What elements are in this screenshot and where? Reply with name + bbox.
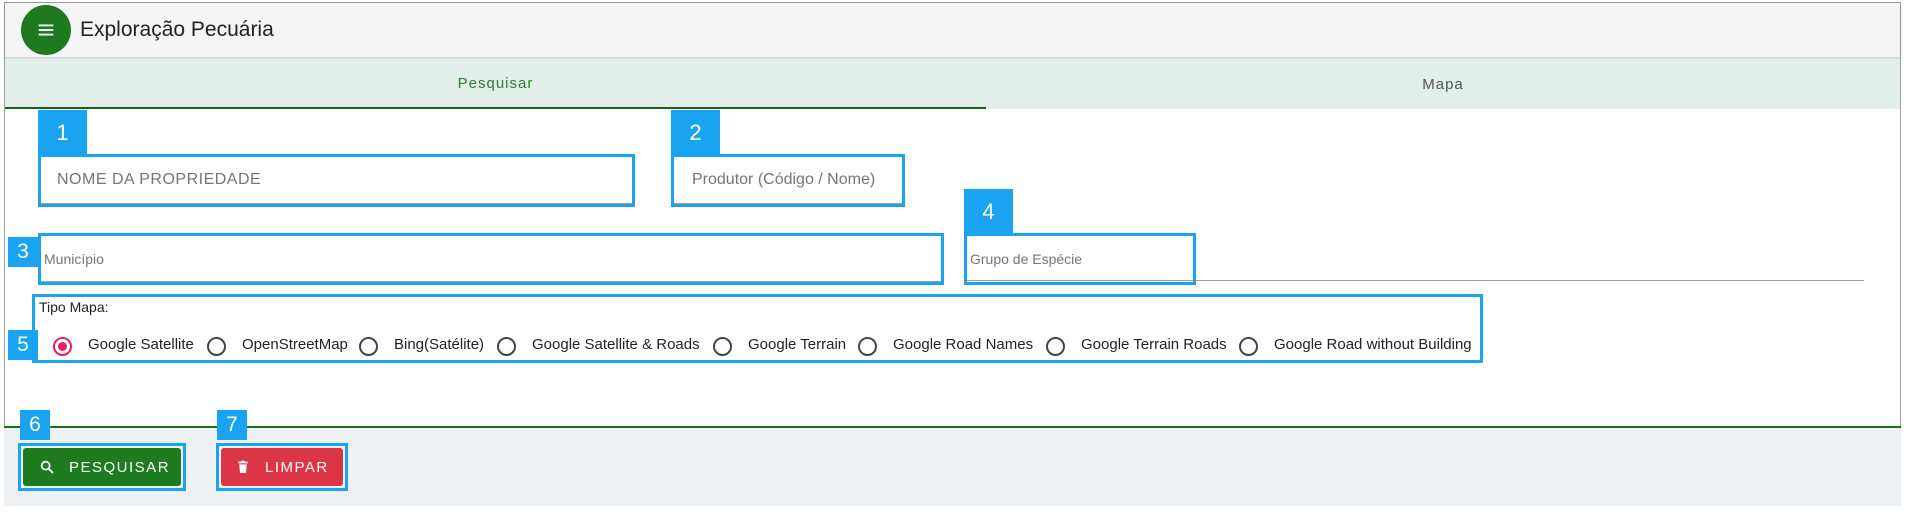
map-type-label: Tipo Mapa: [39,299,109,315]
clear-button-label: LIMPAR [265,458,329,476]
radio-openstreetmap[interactable] [207,337,226,356]
radio-label-google-satellite: Google Satellite [88,336,194,353]
clear-button[interactable]: LIMPAR [221,448,343,486]
search-icon [40,460,54,474]
producer-field [671,154,905,207]
radio-bing-satellite[interactable] [359,337,378,356]
tab-pesquisar[interactable]: Pesquisar [5,59,986,109]
trash-icon [238,460,248,473]
menu-icon [38,24,54,36]
annotation-label-6: 6 [20,410,50,440]
radio-label-google-terrain-roads: Google Terrain Roads [1081,336,1227,353]
property-name-input[interactable] [41,157,632,204]
radio-google-road-without-building[interactable] [1239,337,1258,356]
producer-input[interactable] [674,157,902,204]
radio-google-satellite-roads[interactable] [497,337,516,356]
radio-label-bing-satellite: Bing(Satélite) [394,336,485,353]
radio-label-google-road-names: Google Road Names [893,336,1034,353]
annotation-label-7: 7 [217,410,247,440]
radio-label-google-road-without-building: Google Road without Building [1274,336,1472,353]
radio-google-terrain-roads[interactable] [1046,337,1065,356]
annotation-label-1: 1 [38,110,87,155]
tab-mapa[interactable]: Mapa [986,59,1900,109]
search-button-label: PESQUISAR [69,458,171,476]
top-toolbar: Exploração Pecuária [5,3,1900,58]
annotation-label-3: 3 [8,237,38,267]
menu-button[interactable] [21,5,71,55]
radio-google-satellite[interactable] [53,337,72,356]
annotation-label-4: 4 [964,189,1013,234]
radio-google-terrain[interactable] [713,337,732,356]
species-group-input[interactable] [967,236,1193,282]
tab-bar: Pesquisar Mapa [5,59,1900,109]
search-button[interactable]: PESQUISAR [23,448,181,486]
municipality-field [38,233,944,285]
species-group-field [964,233,1196,285]
radio-label-google-satellite-roads: Google Satellite & Roads [532,336,700,353]
property-name-field [38,154,635,207]
annotation-label-2: 2 [671,110,720,155]
municipality-input[interactable] [41,236,941,282]
radio-label-openstreetmap: OpenStreetMap [242,336,348,353]
radio-google-road-names[interactable] [858,337,877,356]
radio-label-google-terrain: Google Terrain [748,336,847,353]
app-title: Exploração Pecuária [80,18,274,41]
